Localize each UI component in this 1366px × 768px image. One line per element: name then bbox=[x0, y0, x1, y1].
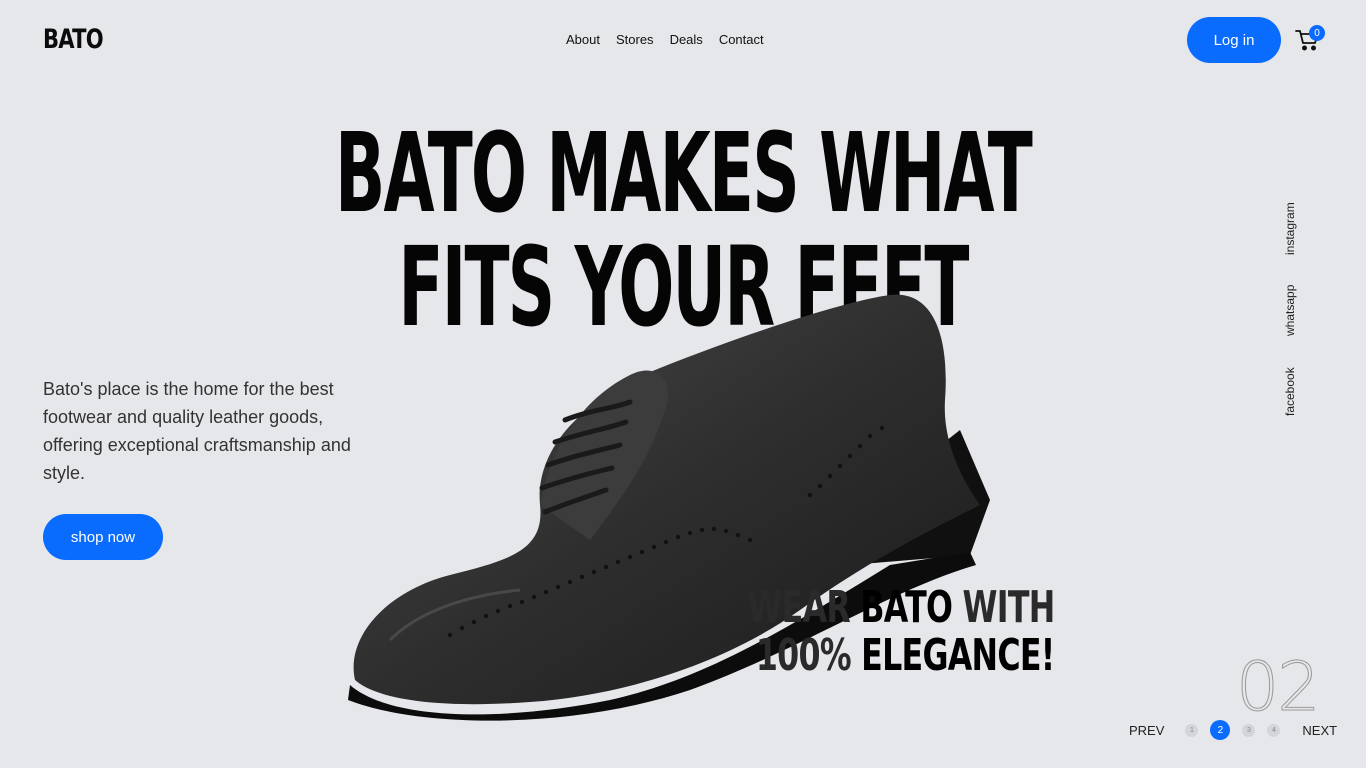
tagline-word: WITH bbox=[963, 582, 1056, 633]
next-button[interactable]: NEXT bbox=[1302, 723, 1337, 738]
page-dot-1[interactable]: 1 bbox=[1185, 723, 1199, 737]
slider-pagination: PREV 1 2 3 4 NEXT bbox=[1129, 720, 1337, 740]
shop-now-button[interactable]: shop now bbox=[43, 514, 163, 560]
hero-headline-line-1: BATO MAKES WHAT bbox=[335, 109, 1033, 237]
nav-link-about[interactable]: About bbox=[566, 32, 600, 47]
tagline-word: ELEGANCE! bbox=[861, 630, 1056, 681]
social-link-facebook[interactable]: facebook bbox=[1283, 367, 1297, 416]
brand-logo[interactable]: BATO bbox=[43, 24, 104, 55]
social-link-whatsapp[interactable]: whatsapp bbox=[1283, 285, 1297, 336]
page-dot-2-active[interactable]: 2 bbox=[1210, 720, 1231, 740]
page-dot-4[interactable]: 4 bbox=[1267, 723, 1281, 737]
social-links: instagram whatsapp facebook bbox=[1283, 180, 1303, 420]
tagline-percent: 100% bbox=[756, 630, 852, 681]
hero-tagline: WEAR BATO WITH 100% ELEGANCE! bbox=[747, 582, 1056, 681]
prev-button[interactable]: PREV bbox=[1129, 723, 1164, 738]
hero-description: Bato's place is the home for the best fo… bbox=[43, 379, 351, 483]
social-link-instagram[interactable]: instagram bbox=[1283, 202, 1297, 255]
tagline-brand: BATO bbox=[860, 582, 954, 633]
slide-number: 02 bbox=[1236, 648, 1322, 728]
page-dot-3[interactable]: 3 bbox=[1242, 723, 1256, 737]
nav-link-deals[interactable]: Deals bbox=[670, 32, 703, 47]
tagline-word: WEAR bbox=[747, 582, 851, 633]
main-nav: About Stores Deals Contact bbox=[566, 32, 764, 47]
cart-count-badge: 0 bbox=[1309, 25, 1325, 41]
nav-link-stores[interactable]: Stores bbox=[616, 32, 654, 47]
login-button[interactable]: Log in bbox=[1187, 17, 1281, 63]
nav-link-contact[interactable]: Contact bbox=[719, 32, 764, 47]
